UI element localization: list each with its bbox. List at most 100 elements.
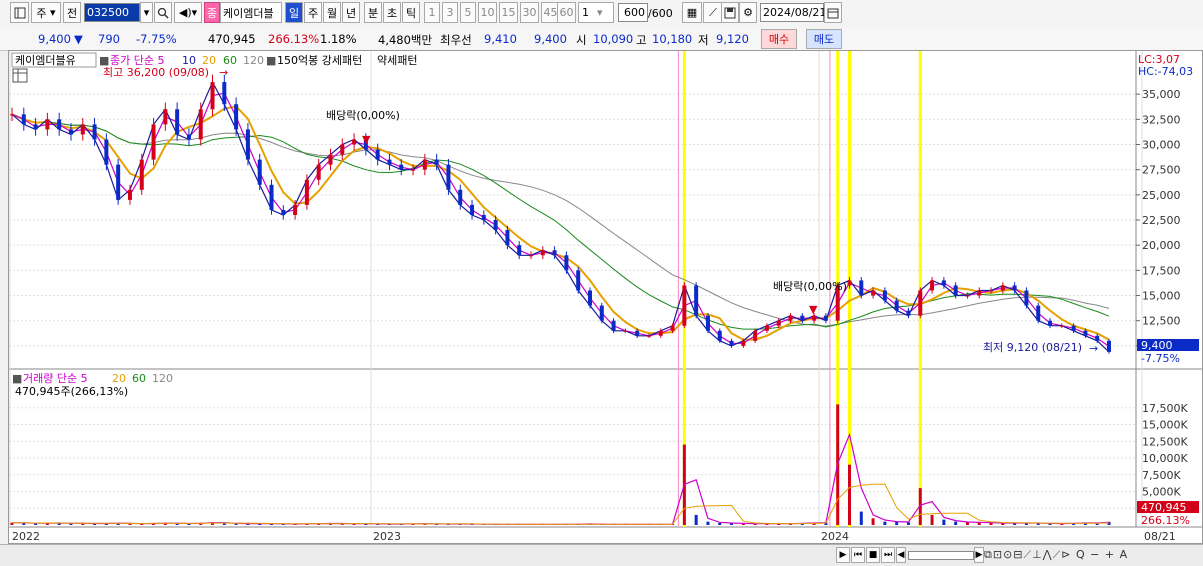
- chart-area[interactable]: 35,000 32,500 30,000 27,500 25,000 22,500 20,0…: [8, 50, 1203, 544]
- tab-period-month[interactable]: 월: [323, 2, 341, 23]
- tab-period-tick[interactable]: 틱: [402, 2, 420, 23]
- candle-body: [859, 280, 864, 296]
- candle-body: [847, 280, 852, 286]
- volume-bar: [930, 514, 934, 525]
- candle-body: [257, 159, 262, 185]
- candle-body: [1024, 290, 1029, 306]
- candle-body: [127, 189, 132, 200]
- candle-body: [1059, 325, 1064, 327]
- num-button[interactable]: 5: [460, 2, 476, 23]
- candle-body: [116, 164, 121, 200]
- bullet-icon: ■: [266, 54, 276, 67]
- arrow-down-icon: ▼: [809, 303, 818, 316]
- calendar-icon[interactable]: [824, 2, 842, 23]
- bottom-nav: ▶ ⏮ ■ ⏭ ◀ ▶ ⧉⊡⊙⊟⟋⊥⋀⟋⊳ Q − + A: [0, 544, 1203, 566]
- candle-body: [328, 154, 333, 165]
- candle-body: [764, 325, 769, 331]
- price-tick-label: 12,500: [1142, 315, 1181, 328]
- stop-icon[interactable]: ■: [866, 547, 880, 563]
- draw-tool-icon[interactable]: ⟋: [703, 2, 723, 23]
- candle-body: [977, 290, 982, 296]
- num-button[interactable]: 15: [499, 2, 518, 23]
- gear-icon[interactable]: ⚙: [739, 2, 757, 23]
- volume-ma-line: [11, 483, 1110, 525]
- sell-button[interactable]: 매도: [806, 29, 842, 49]
- candle-body: [823, 315, 828, 321]
- scrollbar[interactable]: [908, 551, 974, 560]
- chart-canvas[interactable]: 35,000 32,500 30,000 27,500 25,000 22,500 20,0…: [9, 51, 1202, 543]
- volume: 470,945: [208, 32, 256, 46]
- code-input[interactable]: 032500: [84, 3, 140, 22]
- candle-body: [517, 245, 522, 256]
- candle-body: [894, 300, 899, 311]
- toolbar: 주 ▾ 전 032500 ▾ ◀)▾ 종 케이엠더블 일 주 월 년 분 초 틱…: [0, 0, 1203, 29]
- tab-period-day[interactable]: 일: [285, 2, 303, 23]
- candle-body: [930, 280, 935, 291]
- date-input[interactable]: 2024/08/21: [760, 3, 826, 22]
- count-input[interactable]: 600: [618, 3, 648, 22]
- candle-body: [470, 204, 475, 215]
- candle-body: [458, 189, 463, 205]
- high-price: 10,180: [652, 32, 693, 46]
- candle-body: [352, 139, 357, 145]
- candle-body: [729, 340, 734, 346]
- candle-body: [151, 124, 156, 160]
- tab-period-week[interactable]: 주: [304, 2, 322, 23]
- save-icon[interactable]: [721, 2, 739, 23]
- candle-body: [304, 179, 309, 205]
- candle-body: [882, 290, 887, 301]
- table-icon[interactable]: [12, 68, 28, 83]
- dividend-annotation: 배당락(0,00%): [773, 280, 847, 293]
- compare-icon[interactable]: ▦: [682, 2, 702, 23]
- candle-body: [717, 330, 722, 341]
- stock-name: 케이엠더블: [220, 2, 282, 23]
- candle-body: [505, 230, 510, 246]
- candle-body: [989, 290, 994, 292]
- price-tick-label: 32,500: [1142, 113, 1181, 126]
- volume-bar: [859, 511, 863, 525]
- num-button[interactable]: 1: [424, 2, 440, 23]
- num-button[interactable]: 30: [520, 2, 539, 23]
- candle-body: [422, 159, 427, 170]
- layout-icon[interactable]: [10, 2, 29, 23]
- toolbar-icons[interactable]: ⧉⊡⊙⊟⟋⊥⋀⟋⊳ Q − + A: [984, 548, 1128, 562]
- candle-body: [33, 124, 38, 130]
- candle-body: [80, 124, 85, 135]
- tab-period-year[interactable]: 년: [342, 2, 360, 23]
- num-button[interactable]: 3: [442, 2, 458, 23]
- last-icon[interactable]: ⏭: [881, 547, 895, 563]
- candle-body: [399, 164, 404, 170]
- candle-body: [10, 114, 14, 116]
- high-label: 고: [636, 33, 647, 47]
- candle-body: [1071, 325, 1076, 331]
- open-price: 10,090: [593, 32, 634, 46]
- candle-body: [186, 134, 191, 140]
- first-icon[interactable]: ⏮: [851, 547, 865, 563]
- num-button[interactable]: 60: [557, 2, 576, 23]
- candle-body: [222, 82, 227, 105]
- time-axis: 2022 2023 2024 08/21: [12, 530, 1176, 543]
- candle-body: [316, 164, 321, 180]
- volume-tick-label: 12,500K: [1142, 435, 1188, 448]
- market-select[interactable]: 주 ▾: [31, 2, 61, 23]
- speaker-icon[interactable]: ◀)▾: [174, 2, 202, 23]
- candle-body: [1083, 330, 1088, 336]
- scroll-left-icon[interactable]: ◀: [896, 547, 906, 563]
- tab-period-minute[interactable]: 분: [364, 2, 382, 23]
- code-dropdown-icon[interactable]: ▾: [140, 2, 153, 23]
- unit-select[interactable]: 1 ▾: [578, 2, 614, 23]
- low-label: 저: [698, 33, 709, 47]
- scroll-right-icon[interactable]: ▶: [974, 547, 984, 563]
- candle-body: [481, 214, 486, 221]
- tab-period-second[interactable]: 초: [383, 2, 401, 23]
- search-icon[interactable]: [154, 2, 172, 23]
- price-tick-label: 25,000: [1142, 189, 1181, 202]
- candle-body: [92, 124, 97, 140]
- buy-button[interactable]: 매수: [761, 29, 797, 49]
- prev-button[interactable]: 전: [63, 2, 81, 23]
- volume-axis: 17,500K 15,000K 12,500K 10,000K 7,500K 5,000K…: [1142, 402, 1188, 516]
- cur-price-value: 9,400: [1141, 339, 1173, 352]
- hc-value: HC:-74,03: [1138, 65, 1193, 78]
- play-icon[interactable]: ▶: [836, 547, 850, 563]
- num-button[interactable]: 10: [478, 2, 497, 23]
